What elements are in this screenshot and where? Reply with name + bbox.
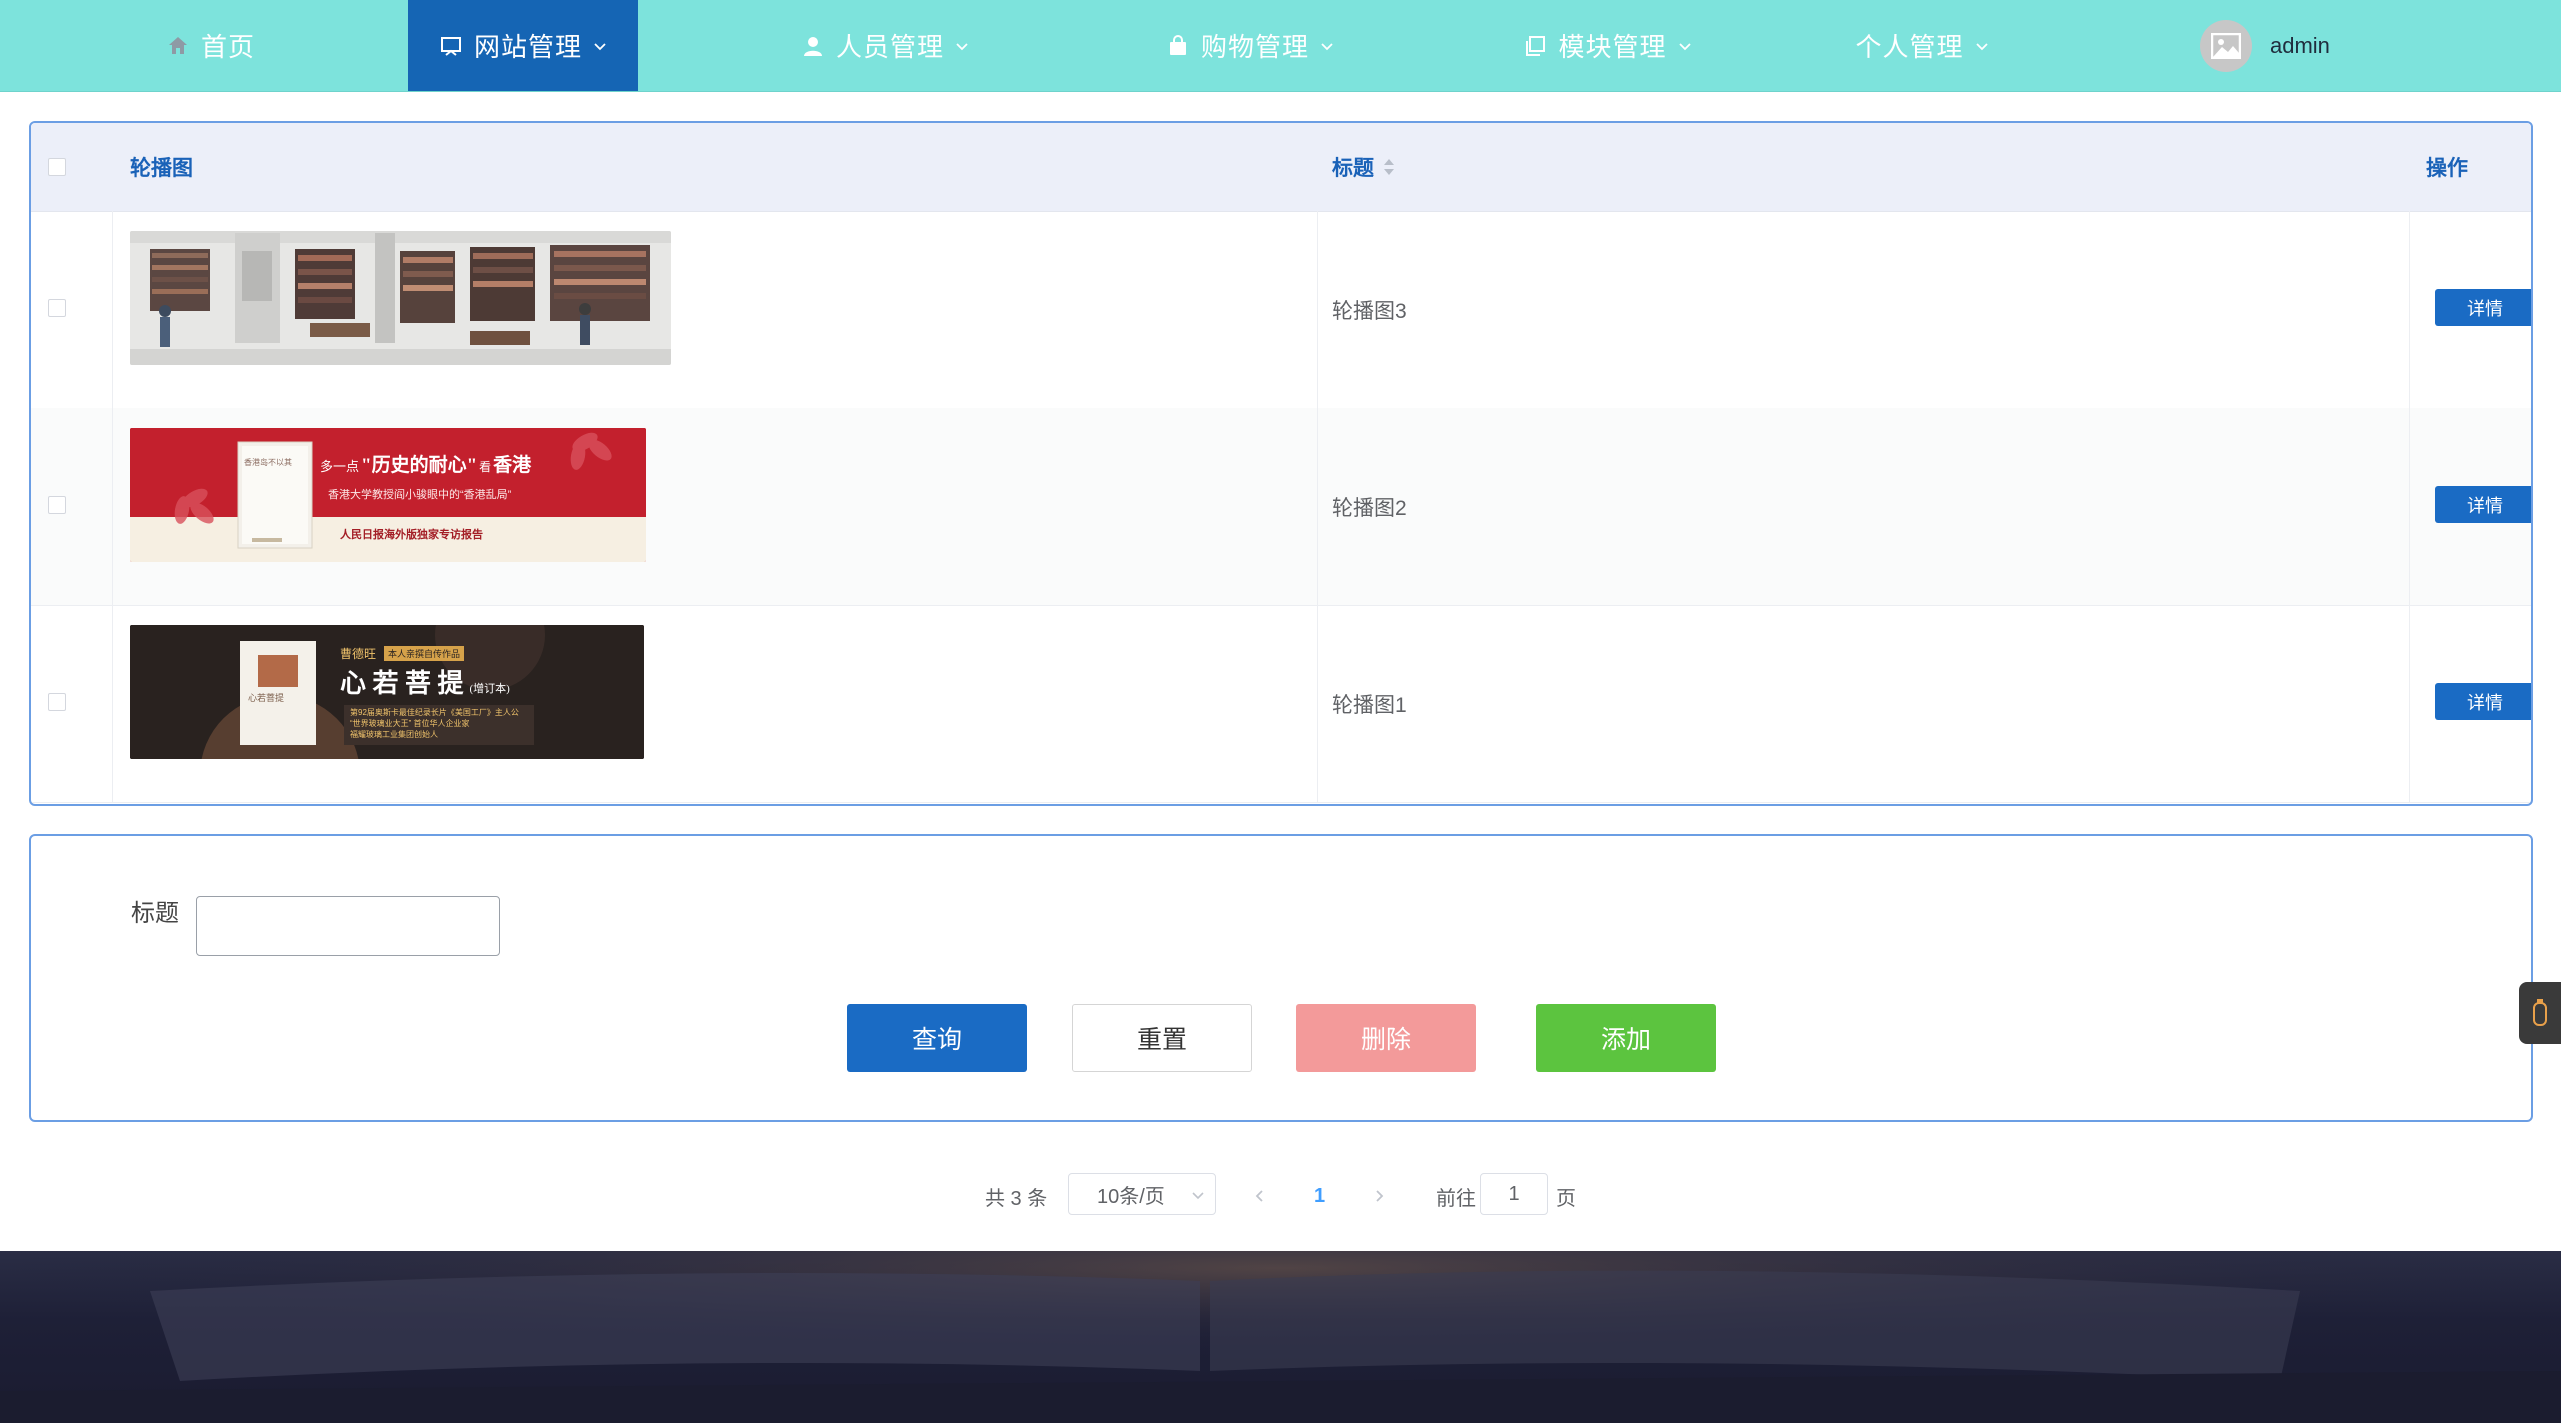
book-background-image xyxy=(0,1251,2561,1423)
table-header: 轮播图 标题 操作 xyxy=(31,123,2531,212)
banner-image-xinruoputi: 心若菩提 曹德旺 本人亲撰自传作品 心 若 菩 提 (增订本) 第92届奥斯卡最… xyxy=(130,625,644,759)
detail-button[interactable]: 详情 xyxy=(2435,486,2531,523)
sort-icon[interactable] xyxy=(1382,157,1396,177)
detail-button[interactable]: 详情 xyxy=(2435,289,2531,326)
title-input[interactable] xyxy=(196,896,500,956)
username: admin xyxy=(2270,33,2330,58)
avatar[interactable] xyxy=(2200,20,2252,72)
column-header-title-label: 标题 xyxy=(1332,157,1374,180)
chevron-down-icon xyxy=(1974,38,1990,54)
battery-icon xyxy=(2533,999,2547,1026)
row-checkbox-cell xyxy=(48,299,66,317)
banner-image-bookstore xyxy=(130,231,671,365)
banner-headline: 多一点 "历史的耐心" 看 香港 xyxy=(320,455,532,476)
shopping-bag-icon xyxy=(1165,33,1191,59)
delete-button[interactable]: 删除 xyxy=(1296,1004,1476,1072)
chevron-right-icon xyxy=(1376,1190,1384,1202)
table-row: 轮播图3 详情 xyxy=(31,211,2531,409)
chevron-down-icon xyxy=(1192,1192,1204,1200)
monitor-icon xyxy=(438,33,464,59)
banner-cover-title: 心若菩提 xyxy=(248,693,285,703)
query-button[interactable]: 查询 xyxy=(847,1004,1027,1072)
person-icon xyxy=(800,33,826,59)
banner-desc: 第92届奥斯卡最佳纪录长片《美国工厂》主人公 “世界玻璃业大王” 首位华人企业家… xyxy=(350,708,519,739)
title-label: 标题 xyxy=(131,899,179,927)
prev-page-button[interactable] xyxy=(1253,1173,1267,1219)
select-all-cell xyxy=(48,123,66,211)
nav-label: 模块管理 xyxy=(1558,32,1667,62)
home-icon xyxy=(165,33,191,59)
banner-table: 轮播图 标题 操作 轮播图3 详情 香港岛不以其 多一点 "历史的耐心" 看 香… xyxy=(29,121,2533,806)
reset-button[interactable]: 重置 xyxy=(1072,1004,1252,1072)
table-row: 香港岛不以其 多一点 "历史的耐心" 看 香港 香港大学教授阎小骏眼中的“香港乱… xyxy=(31,408,2531,606)
copy-icon xyxy=(1522,33,1548,59)
row-title: 轮播图2 xyxy=(1332,496,1407,520)
cell-divider xyxy=(112,408,113,605)
banner-footline: 人民日报海外版独家专访报告 xyxy=(340,529,483,541)
cell-divider xyxy=(2409,408,2410,605)
next-page-button[interactable] xyxy=(1372,1173,1386,1219)
nav-label: 个人管理 xyxy=(1855,32,1964,62)
page-size-value: 10条/页 xyxy=(1097,1185,1165,1208)
chevron-down-icon xyxy=(954,38,970,54)
row-checkbox[interactable] xyxy=(48,299,66,317)
nav-item-personal[interactable]: 个人管理 xyxy=(1850,0,1995,91)
goto-page-input[interactable]: 1 xyxy=(1480,1173,1548,1215)
nav-item-modules[interactable]: 模块管理 xyxy=(1500,0,1715,91)
cell-divider xyxy=(2409,605,2410,802)
column-header-title[interactable]: 标题 xyxy=(1332,123,1396,211)
column-header-action: 操作 xyxy=(2426,157,2468,180)
banner-author-line: 曹德旺 本人亲撰自传作品 xyxy=(340,645,465,662)
page-size-select[interactable]: 10条/页 xyxy=(1068,1173,1216,1215)
top-nav: 首页 网站管理 人员管理 购物管理 模块管理 个人管理 admin xyxy=(0,0,2561,92)
cell-divider xyxy=(1317,408,1318,605)
nav-item-home[interactable]: 首页 xyxy=(120,0,300,91)
chevron-down-icon xyxy=(1319,38,1335,54)
page-suffix: 页 xyxy=(1556,1187,1576,1210)
row-checkbox[interactable] xyxy=(48,496,66,514)
search-form: 标题 查询 重置 删除 添加 xyxy=(29,834,2533,1122)
table-row: 心若菩提 曹德旺 本人亲撰自传作品 心 若 菩 提 (增订本) 第92届奥斯卡最… xyxy=(31,605,2531,803)
banner-subline: 香港大学教授阎小骏眼中的“香港乱局” xyxy=(328,489,512,501)
nav-item-website[interactable]: 网站管理 xyxy=(408,0,638,91)
select-all-checkbox[interactable] xyxy=(48,158,66,176)
user-menu[interactable]: admin xyxy=(2200,20,2330,72)
nav-label: 人员管理 xyxy=(835,32,944,62)
row-checkbox-cell xyxy=(48,693,66,711)
nav-label: 首页 xyxy=(200,32,255,62)
detail-button[interactable]: 详情 xyxy=(2435,683,2531,720)
column-header-image: 轮播图 xyxy=(130,157,193,180)
pagination-total: 共 3 条 xyxy=(985,1187,1048,1210)
goto-label: 前往 xyxy=(1436,1187,1476,1210)
nav-label: 网站管理 xyxy=(473,32,582,62)
cell-divider xyxy=(1317,605,1318,802)
nav-label: 购物管理 xyxy=(1200,32,1309,62)
cell-divider xyxy=(112,605,113,802)
banner-image-hongkong: 香港岛不以其 多一点 "历史的耐心" 看 香港 香港大学教授阎小骏眼中的“香港乱… xyxy=(130,428,646,562)
chevron-down-icon xyxy=(1677,38,1693,54)
nav-item-personnel[interactable]: 人员管理 xyxy=(780,0,990,91)
row-title: 轮播图1 xyxy=(1332,693,1407,717)
page-number-current[interactable]: 1 xyxy=(1314,1173,1325,1219)
footer-background xyxy=(0,1251,2561,1423)
side-float-tab[interactable] xyxy=(2519,982,2561,1044)
cell-divider xyxy=(2409,211,2410,408)
banner-title: 心 若 菩 提 (增订本) xyxy=(340,669,510,698)
nav-item-shopping[interactable]: 购物管理 xyxy=(1145,0,1355,91)
add-button[interactable]: 添加 xyxy=(1536,1004,1716,1072)
chevron-left-icon xyxy=(1255,1190,1263,1202)
cell-divider xyxy=(112,211,113,408)
row-checkbox[interactable] xyxy=(48,693,66,711)
image-icon xyxy=(2211,33,2241,59)
banner-book-cover-title: 香港岛不以其 xyxy=(244,458,292,467)
row-title: 轮播图3 xyxy=(1332,299,1407,323)
cell-divider xyxy=(1317,211,1318,408)
chevron-down-icon xyxy=(592,38,608,54)
row-checkbox-cell xyxy=(48,496,66,514)
